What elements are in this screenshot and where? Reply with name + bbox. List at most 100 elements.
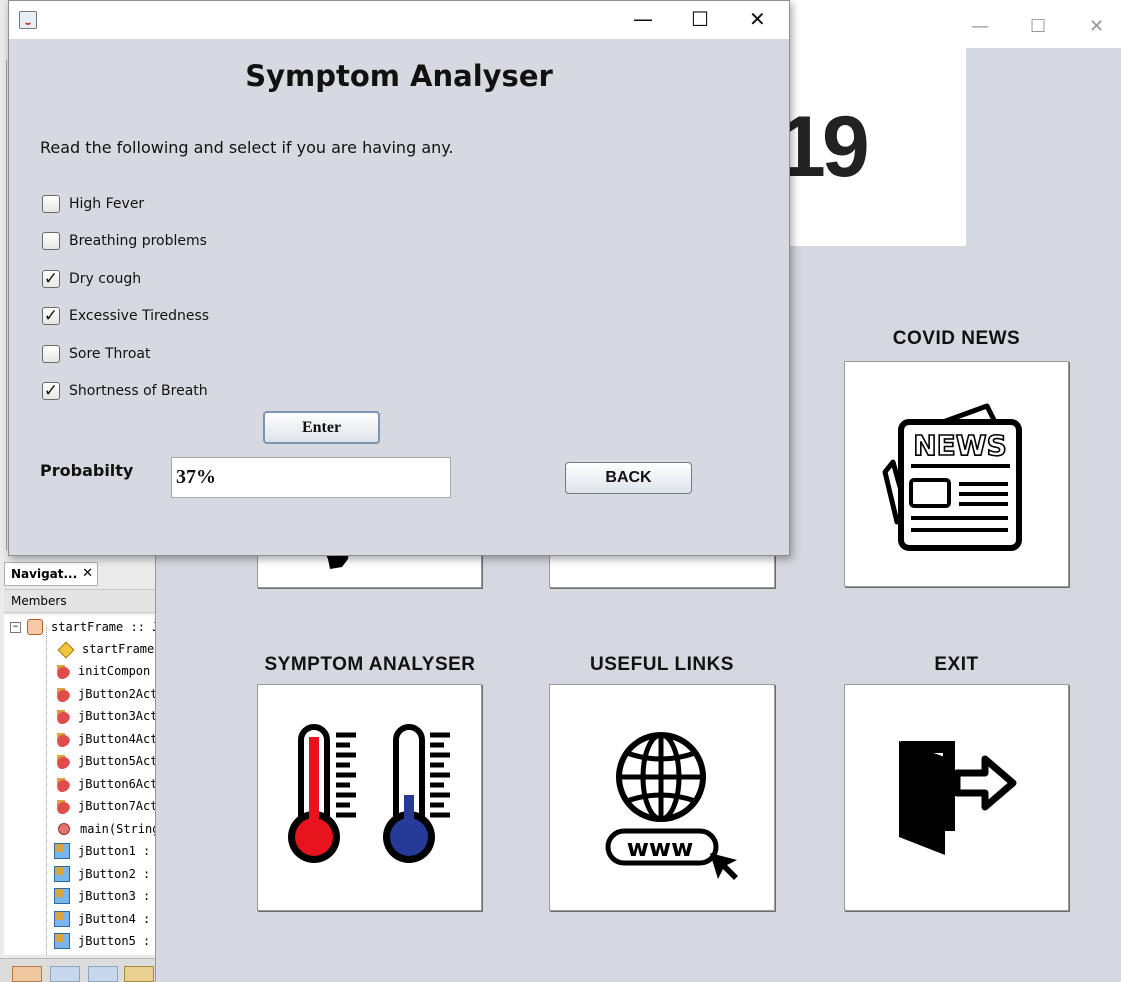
globe-www-icon: www xyxy=(605,732,738,880)
method-icon xyxy=(54,708,70,724)
static-filter-icon[interactable] xyxy=(88,966,118,982)
navigator-tab[interactable]: Navigat... ✕ xyxy=(4,562,98,586)
tree-item[interactable]: jButton1 : J xyxy=(54,840,156,862)
method-icon xyxy=(54,686,70,702)
checkbox[interactable] xyxy=(42,232,60,250)
exit-door-icon xyxy=(899,741,1017,855)
lock-filter-icon[interactable] xyxy=(124,966,154,982)
covid-news-label: COVID NEWS xyxy=(892,328,1021,349)
tree-item-label: startFrame :: JF xyxy=(51,620,156,634)
news-icon-text: NEWS xyxy=(913,429,1007,462)
symptom-excessive-tiredness[interactable]: ✓ Excessive Tiredness xyxy=(42,305,209,327)
newspaper-icon: NEWS xyxy=(882,403,1022,551)
tree-item-label: jButton5 : J xyxy=(78,934,156,948)
tree-item-label: jButton3Act xyxy=(78,709,156,723)
checkbox[interactable] xyxy=(42,345,60,363)
useful-links-label: USEFUL LINKS xyxy=(590,654,734,675)
enter-button[interactable]: Enter xyxy=(263,411,380,444)
close-icon[interactable]: ✕ xyxy=(1089,16,1104,37)
symptom-dry-cough[interactable]: ✓ Dry cough xyxy=(42,268,141,290)
tree-item-label: jButton4 : J xyxy=(78,912,156,926)
tree-item-label: jButton3 : J xyxy=(78,889,156,903)
tree-item[interactable]: jButton6Act xyxy=(54,773,156,795)
checkbox[interactable] xyxy=(42,195,60,213)
tree-item-root[interactable]: − startFrame :: JF xyxy=(10,616,156,638)
back-button[interactable]: BACK xyxy=(565,462,692,494)
field-icon xyxy=(54,888,70,904)
tree-item-label: jButton6Act xyxy=(78,777,156,791)
dialog-title-bar: — ☐ ✕ xyxy=(9,1,789,39)
checkbox-label: Breathing problems xyxy=(69,233,207,249)
instruction-text: Read the following and select if you are… xyxy=(40,138,454,157)
checkbox-label: Excessive Tiredness xyxy=(69,308,210,324)
tree-item[interactable]: jButton7Act xyxy=(54,795,156,817)
field-icon xyxy=(54,911,70,927)
tree-item[interactable]: jButton4 : J xyxy=(54,908,156,930)
tree-item-label: jButton2 : J xyxy=(78,867,156,881)
checkbox-checked[interactable]: ✓ xyxy=(42,270,60,288)
tree-item-label: startFrame( xyxy=(82,642,156,656)
checkbox-label: Dry cough xyxy=(69,271,142,287)
minimize-icon[interactable]: — xyxy=(633,7,653,31)
tree-item[interactable]: jButton3Act xyxy=(54,705,156,727)
members-tree: − startFrame :: JF startFrame( initCompo… xyxy=(4,615,156,955)
minimize-icon[interactable]: — xyxy=(971,16,989,37)
static-method-icon xyxy=(58,823,70,835)
logo-text: 19 xyxy=(786,99,870,195)
field-filter-icon[interactable] xyxy=(50,966,80,982)
probability-field[interactable]: 37% xyxy=(171,457,451,498)
symptom-sore-throat[interactable]: Sore Throat xyxy=(42,343,150,365)
close-icon[interactable]: ✕ xyxy=(82,566,93,581)
members-bar[interactable]: Members xyxy=(4,589,156,613)
field-icon xyxy=(54,933,70,949)
tree-item[interactable]: jButton2Act xyxy=(54,683,156,705)
tree-item-label: initCompon xyxy=(78,664,151,678)
close-icon[interactable]: ✕ xyxy=(749,7,766,31)
www-icon-text: www xyxy=(627,834,694,862)
tree-item-label: jButton1 : J xyxy=(78,844,156,858)
tree-item-label: main(String[ xyxy=(80,822,156,836)
tree-item-label: jButton7Act xyxy=(78,799,156,813)
covid-news-button[interactable]: NEWS xyxy=(844,361,1069,587)
tree-item[interactable]: jButton3 : J xyxy=(54,885,156,907)
tree-item-label: jButton4Act xyxy=(78,732,156,746)
thermometer-icon xyxy=(288,724,450,863)
hierarchy-icon[interactable] xyxy=(12,966,42,982)
symptom-breathing-problems[interactable]: Breathing problems xyxy=(42,230,207,252)
tree-item[interactable]: startFrame( xyxy=(57,638,156,660)
navigator-tab-label: Navigat... xyxy=(11,567,78,581)
checkbox-checked[interactable]: ✓ xyxy=(42,307,60,325)
java-icon xyxy=(19,11,37,29)
method-icon xyxy=(54,776,70,792)
field-icon xyxy=(54,866,70,882)
checkbox-label: High Fever xyxy=(69,196,145,212)
tree-guide-line xyxy=(46,627,47,955)
checkbox-label: Shortness of Breath xyxy=(69,383,208,399)
tree-item-label: jButton5Act xyxy=(78,754,156,768)
tree-item[interactable]: jButton5Act xyxy=(54,750,156,772)
symptom-shortness-of-breath[interactable]: ✓ Shortness of Breath xyxy=(42,380,208,402)
method-icon xyxy=(54,731,70,747)
tree-item[interactable]: jButton5 : J xyxy=(54,930,156,952)
symptom-analyser-button[interactable] xyxy=(257,684,482,911)
maximize-icon[interactable]: ☐ xyxy=(691,7,709,31)
ide-divider xyxy=(6,60,7,550)
tree-item[interactable]: initCompon xyxy=(54,660,150,682)
tree-item[interactable]: jButton4Act xyxy=(54,728,156,750)
tree-item[interactable]: jButton2 : J xyxy=(54,863,156,885)
exit-button[interactable] xyxy=(844,684,1069,911)
dialog-heading: Symptom Analyser xyxy=(245,59,553,93)
useful-links-button[interactable]: www xyxy=(549,684,775,911)
maximize-icon[interactable]: ☐ xyxy=(1030,16,1046,37)
method-icon xyxy=(54,663,70,679)
probability-label: Probabilty xyxy=(40,461,134,480)
constructor-icon xyxy=(57,641,75,659)
covid-logo: 19 xyxy=(786,48,966,246)
symptom-analyser-label: SYMPTOM ANALYSER xyxy=(264,654,476,675)
class-icon xyxy=(27,619,43,635)
checkbox-checked[interactable]: ✓ xyxy=(42,382,60,400)
tree-item[interactable]: main(String[ xyxy=(56,818,156,840)
collapse-icon[interactable]: − xyxy=(10,621,21,633)
symptom-high-fever[interactable]: High Fever xyxy=(42,193,144,215)
symptom-dialog: — ☐ ✕ Symptom Analyser Read the followin… xyxy=(8,0,790,556)
